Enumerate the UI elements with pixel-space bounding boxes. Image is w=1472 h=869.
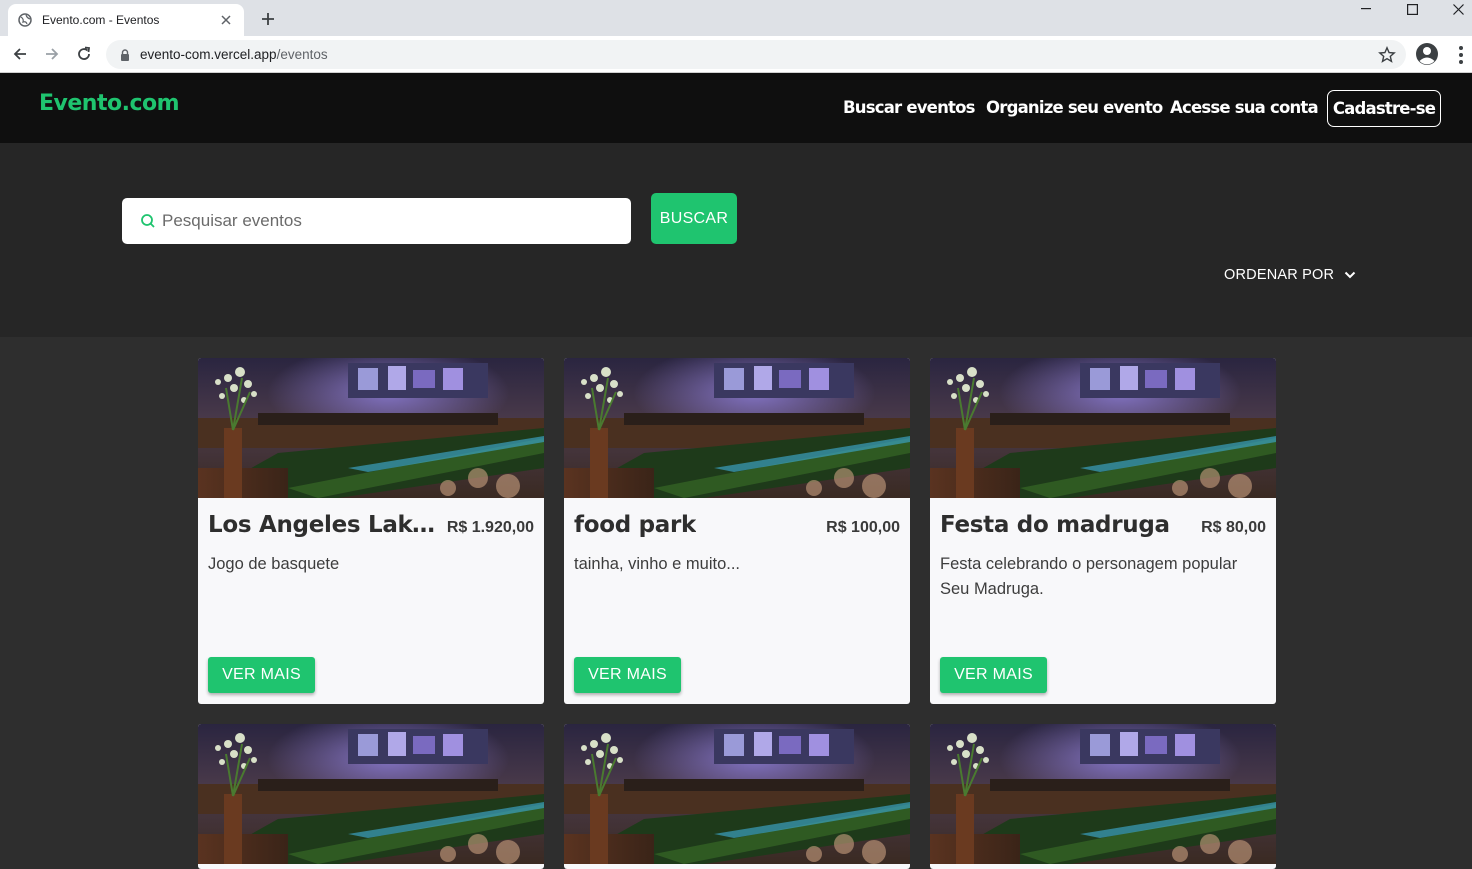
event-card: Festa do madruga R$ 80,00 Festa celebran…: [930, 358, 1276, 704]
reload-button[interactable]: [71, 41, 97, 67]
globe-icon: [18, 13, 32, 27]
window-close-button[interactable]: [1435, 0, 1472, 18]
search-section: BUSCAR ORDENAR POR: [0, 143, 1472, 337]
chevron-down-icon: [1344, 271, 1356, 279]
event-price: R$ 1.920,00: [446, 519, 534, 536]
star-icon[interactable]: [1378, 46, 1396, 64]
tab-title: Evento.com - Eventos: [42, 13, 160, 27]
browser-tab-bar: Evento.com - Eventos: [0, 0, 1472, 36]
url-text: evento-com.vercel.app/eventos: [140, 47, 328, 62]
new-tab-button[interactable]: [256, 8, 280, 30]
browser-tab[interactable]: Evento.com - Eventos: [8, 4, 244, 36]
event-card: Los Angeles Lakers x Dallas Mavericks R$…: [198, 358, 544, 704]
event-title: Los Angeles Lakers x Dallas Mavericks: [208, 512, 444, 538]
menu-icon[interactable]: [1458, 45, 1464, 65]
browser-toolbar: evento-com.vercel.app/eventos: [0, 36, 1472, 73]
event-description: Festa celebrando o personagem popular Se…: [940, 555, 1238, 598]
url-host: evento-com.vercel.app: [140, 47, 277, 62]
event-title: food park: [574, 512, 697, 538]
profile-icon[interactable]: [1415, 42, 1439, 66]
event-image: [564, 724, 910, 864]
event-card: [930, 724, 1276, 869]
order-by-label: ORDENAR POR: [1224, 267, 1335, 283]
minimize-button[interactable]: [1343, 0, 1389, 18]
event-image: [930, 358, 1276, 498]
event-description: tainha, vinho e muito...: [574, 555, 741, 573]
event-card: [564, 724, 910, 869]
event-image: [564, 358, 910, 498]
brand-logo[interactable]: Evento.com: [39, 91, 180, 116]
signup-button[interactable]: Cadastre-se: [1327, 90, 1441, 127]
back-button[interactable]: [7, 41, 33, 67]
event-image: [198, 358, 544, 498]
lock-icon: [118, 48, 132, 62]
nav-acesse-conta[interactable]: Acesse sua conta: [1170, 98, 1319, 117]
nav-organize-evento[interactable]: Organize seu evento: [986, 98, 1163, 117]
search-icon: [141, 214, 155, 228]
ver-mais-button[interactable]: VER MAIS: [208, 657, 315, 693]
close-icon[interactable]: [218, 12, 234, 28]
ver-mais-button[interactable]: VER MAIS: [940, 657, 1047, 693]
event-image: [198, 724, 544, 864]
maximize-button[interactable]: [1389, 0, 1435, 18]
nav-buscar-eventos[interactable]: Buscar eventos: [843, 98, 975, 117]
event-image: [930, 724, 1276, 864]
buscar-button[interactable]: BUSCAR: [651, 193, 737, 244]
url-path: /eventos: [276, 47, 328, 62]
ver-mais-button[interactable]: VER MAIS: [574, 657, 681, 693]
address-bar[interactable]: evento-com.vercel.app/eventos: [106, 40, 1406, 69]
order-by-dropdown[interactable]: ORDENAR POR: [1224, 267, 1356, 283]
event-price: R$ 80,00: [1201, 519, 1266, 536]
event-card: food park R$ 100,00 tainha, vinho e muit…: [564, 358, 910, 704]
site-header: Evento.com Buscar eventos Organize seu e…: [0, 73, 1472, 143]
search-input[interactable]: [162, 211, 602, 231]
event-title: Festa do madruga: [940, 512, 1170, 538]
event-card: [198, 724, 544, 869]
forward-button[interactable]: [39, 41, 65, 67]
search-box[interactable]: [122, 198, 631, 244]
event-description: Jogo de basquete: [208, 555, 340, 573]
event-price: R$ 100,00: [826, 519, 900, 536]
